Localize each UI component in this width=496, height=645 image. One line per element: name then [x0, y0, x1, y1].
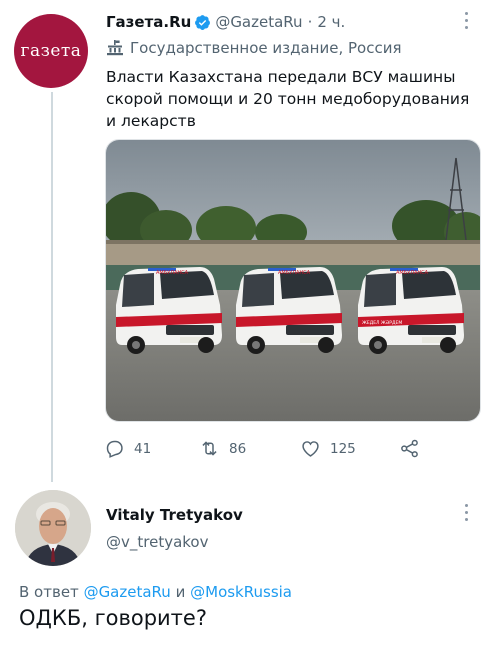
replying-to: В ответ @GazetaRu и @MoskRussia — [19, 583, 292, 601]
ambulance-label: АМБУЛАНСА — [278, 270, 311, 276]
share-icon — [401, 439, 418, 458]
reply-icon — [106, 440, 123, 458]
reply-author-name[interactable]: Vitaly Tretyakov — [106, 506, 243, 524]
reply-button[interactable]: 41 — [104, 438, 151, 459]
retweet-button[interactable]: 86 — [199, 438, 246, 459]
tweet-photo[interactable]: АМБУЛАНСА АМБУЛАНСА АМБУЛАНСА ЖЕДЕЛ ЖӘРД… — [105, 139, 481, 422]
state-media-text: Государственное издание, Россия — [130, 39, 402, 57]
more-icon[interactable] — [465, 12, 469, 33]
like-button[interactable]: 125 — [300, 438, 356, 459]
reply-author-avatar[interactable] — [15, 490, 91, 566]
verified-badge-icon — [195, 14, 211, 30]
thread-connector-line — [51, 92, 53, 482]
author-handle[interactable]: @GazetaRu — [215, 13, 302, 31]
ambulances-photo: АМБУЛАНСА АМБУЛАНСА АМБУЛАНСА ЖЕДЕЛ ЖӘРД… — [106, 140, 480, 421]
like-icon — [302, 441, 319, 457]
replying-conjunction: и — [175, 583, 186, 601]
tweet-header: Газета.Ru @GazetaRu · 2 ч. — [106, 13, 345, 31]
author-name[interactable]: Газета.Ru — [106, 13, 191, 31]
state-media-label[interactable]: Государственное издание, Россия — [106, 39, 401, 57]
tweet-text: Власти Казахстана передали ВСУ машины ск… — [106, 68, 470, 130]
ambulance-label: АМБУЛАНСА — [156, 270, 189, 276]
share-button[interactable] — [399, 438, 429, 459]
reply-text: ОДКБ, говорите? — [19, 606, 207, 630]
retweet-icon — [202, 441, 217, 456]
tweet-time[interactable]: 2 ч. — [317, 13, 345, 31]
mention-link[interactable]: @MoskRussia — [190, 583, 292, 601]
gazeta-avatar[interactable]: газета — [14, 14, 88, 88]
header-separator: · — [307, 13, 313, 31]
ambulance-side-label: ЖЕДЕЛ ЖӘРДЕМ — [362, 320, 402, 326]
reply-count: 41 — [134, 440, 152, 457]
mention-link[interactable]: @GazetaRu — [84, 583, 171, 601]
like-count: 125 — [330, 440, 356, 457]
tweet-actions: 41 86 125 — [104, 438, 434, 458]
portrait-photo — [15, 490, 91, 566]
ambulance-label: АМБУЛАНСА — [396, 270, 429, 276]
reply-author-handle[interactable]: @v_tretyakov — [106, 533, 208, 551]
avatar-logo-text: газета — [20, 41, 82, 61]
government-building-icon — [107, 40, 123, 56]
replying-prefix: В ответ — [19, 583, 79, 601]
retweet-count: 86 — [229, 440, 247, 457]
more-icon[interactable] — [465, 504, 469, 525]
